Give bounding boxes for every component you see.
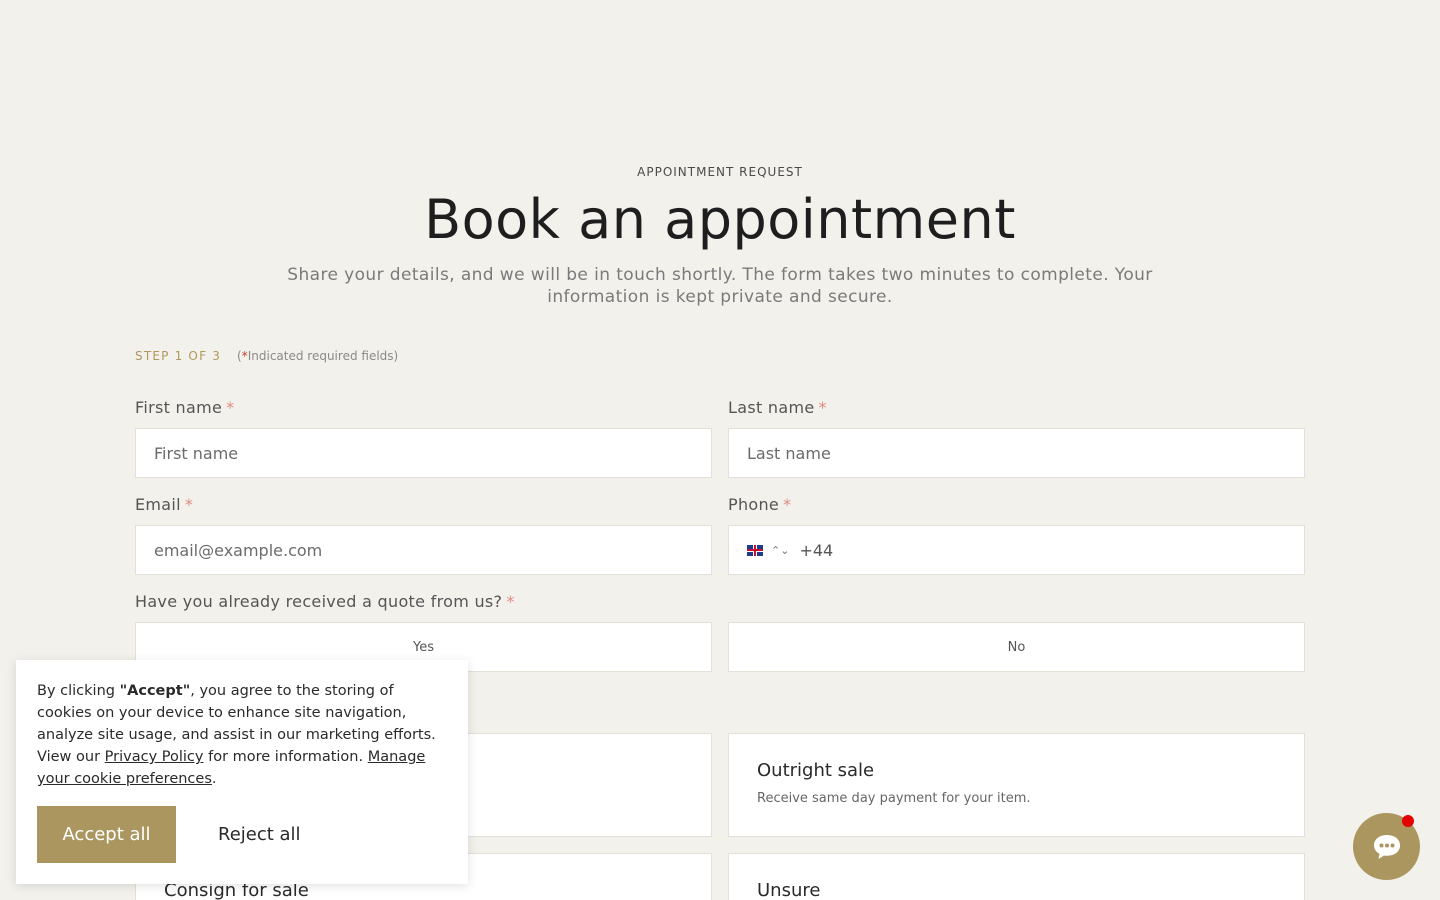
required-star: * — [184, 495, 194, 514]
step-row: STEP 1 OF 3 (*Indicated required fields) — [135, 349, 398, 363]
step-indicator: STEP 1 OF 3 — [135, 349, 222, 363]
page: APPOINTMENT REQUEST Book an appointment … — [0, 0, 1440, 900]
cookie-text-accept: "Accept" — [119, 683, 191, 699]
first-name-input[interactable]: First name — [135, 428, 712, 478]
unsure-card[interactable]: Unsure — [728, 853, 1305, 900]
first-name-label: First name * — [135, 398, 234, 417]
page-subtitle: Share your details, and we will be in to… — [287, 265, 1153, 307]
phone-country-code: +44 — [799, 540, 834, 560]
outright-sale-card[interactable]: Outright sale Receive same day payment f… — [728, 733, 1305, 837]
quote-question-label: Have you already received a quote from u… — [135, 592, 515, 611]
first-name-placeholder: First name — [154, 443, 239, 463]
chat-notification-dot — [1402, 815, 1414, 827]
email-input[interactable]: email@example.com — [135, 525, 712, 575]
quote-question-text: Have you already received a quote from u… — [135, 592, 503, 611]
outright-sale-title: Outright sale — [757, 760, 875, 781]
quote-yes-label: Yes — [413, 639, 434, 655]
cookie-text-4: . — [211, 771, 217, 787]
eyebrow: APPOINTMENT REQUEST — [637, 165, 803, 179]
chat-bubble-icon — [1373, 834, 1400, 859]
cookie-text-1: By clicking — [37, 683, 120, 699]
chevron-updown-icon[interactable]: ⌃⌄ — [771, 545, 789, 556]
unsure-title: Unsure — [757, 880, 821, 900]
email-label-text: Email — [135, 495, 181, 514]
accept-all-button[interactable]: Accept all — [37, 806, 176, 863]
phone-input[interactable]: ⌃⌄ +44 — [728, 525, 1305, 575]
last-name-input[interactable]: Last name — [728, 428, 1305, 478]
required-star: * — [506, 592, 515, 611]
required-star: * — [818, 398, 827, 417]
page-title: Book an appointment — [424, 188, 1016, 251]
required-star: * — [783, 495, 792, 514]
required-note: (*Indicated required fields) — [237, 349, 398, 363]
uk-flag-icon[interactable] — [747, 544, 763, 556]
phone-label-text: Phone — [728, 495, 780, 514]
quote-no-option[interactable]: No — [728, 622, 1305, 672]
last-name-label: Last name * — [728, 398, 827, 417]
email-label: Email * — [135, 495, 193, 514]
cookie-banner: By clicking "Accept", you agree to the s… — [16, 660, 468, 884]
required-star: * — [226, 398, 235, 417]
privacy-policy-link[interactable]: Privacy Policy — [105, 749, 204, 765]
required-note-text: Indicated required fields) — [247, 349, 399, 363]
cookie-text: By clicking "Accept", you agree to the s… — [37, 680, 448, 790]
phone-label: Phone * — [728, 495, 791, 514]
cookie-actions: Accept all Reject all — [37, 806, 301, 863]
cookie-text-3: for more information. — [203, 749, 368, 765]
first-name-label-text: First name — [135, 398, 223, 417]
outright-sale-description: Receive same day payment for your item. — [757, 791, 1031, 806]
last-name-label-text: Last name — [728, 398, 815, 417]
email-placeholder: email@example.com — [154, 540, 323, 560]
reject-all-button[interactable]: Reject all — [218, 824, 301, 845]
quote-no-label: No — [1007, 639, 1026, 655]
last-name-placeholder: Last name — [747, 443, 831, 463]
